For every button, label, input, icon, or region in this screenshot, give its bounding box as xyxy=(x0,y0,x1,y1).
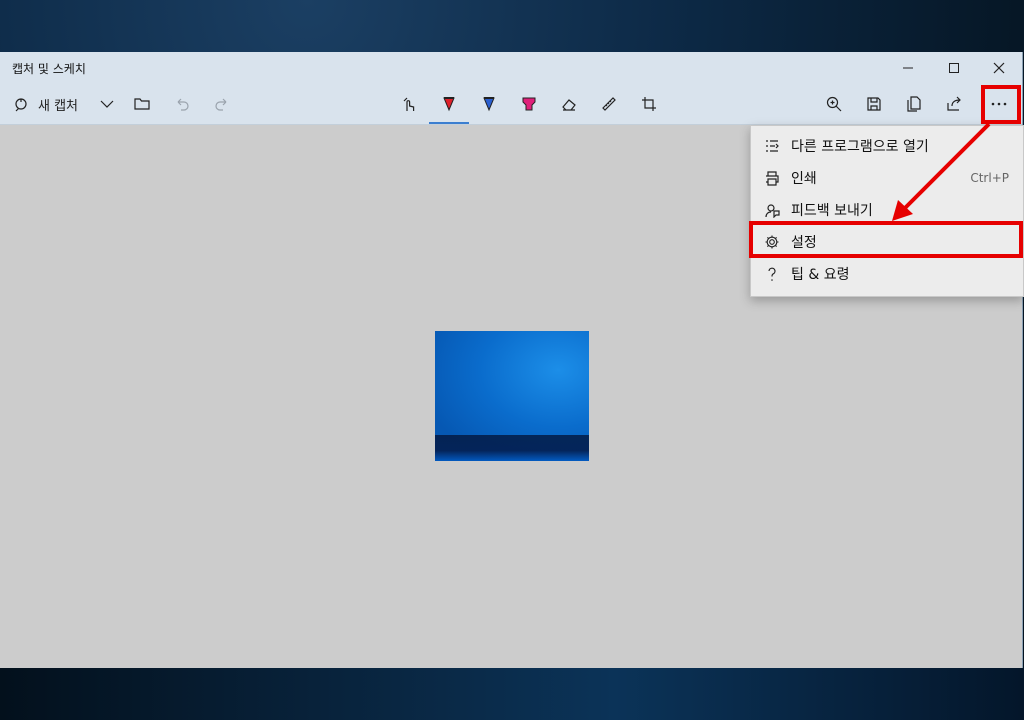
captured-image xyxy=(435,331,589,461)
save-button[interactable] xyxy=(854,84,894,124)
ballpoint-pen-button[interactable] xyxy=(429,84,469,124)
undo-button[interactable] xyxy=(162,84,202,124)
menu-item-label: 인쇄 xyxy=(791,171,817,187)
redo-button[interactable] xyxy=(202,84,242,124)
pencil-icon xyxy=(483,97,495,112)
pencil-button[interactable] xyxy=(469,84,509,124)
menu-item-shortcut: Ctrl+P xyxy=(970,171,1009,185)
highlighter-button[interactable] xyxy=(509,84,549,124)
menu-item-open-with[interactable]: 다른 프로그램으로 열기 xyxy=(751,130,1023,162)
menu-item-label: 팁 & 요령 xyxy=(791,267,850,283)
capture-mode-dropdown[interactable] xyxy=(87,84,127,124)
highlight-more-button xyxy=(981,85,1021,124)
menu-item-print[interactable]: 인쇄 Ctrl+P xyxy=(751,162,1023,194)
eraser-icon xyxy=(562,99,576,111)
zoom-icon xyxy=(826,96,842,112)
snip-sketch-window: 캡처 및 스케치 새 캡처 다른 프로그램으로 열기 인쇄 Ctrl+P 피드백… xyxy=(0,52,1024,668)
toolbar: 새 캡처 xyxy=(0,84,1022,125)
new-capture-icon xyxy=(15,98,27,112)
menu-item-label: 피드백 보내기 xyxy=(791,203,873,219)
help-question-icon xyxy=(768,267,776,281)
highlighter-icon xyxy=(522,97,536,111)
open-file-button[interactable] xyxy=(122,84,162,124)
highlight-settings-item xyxy=(749,221,1023,258)
new-capture-label: 새 캡처 xyxy=(38,98,79,114)
open-with-icon xyxy=(766,140,779,152)
zoom-button[interactable] xyxy=(814,84,854,124)
undo-icon xyxy=(177,98,189,111)
touch-writing-icon xyxy=(403,97,415,111)
minimize-button[interactable] xyxy=(885,52,931,84)
share-button[interactable] xyxy=(934,84,974,124)
folder-icon xyxy=(134,98,150,110)
menu-item-label: 다른 프로그램으로 열기 xyxy=(791,139,929,155)
maximize-button[interactable] xyxy=(931,52,977,84)
new-capture-button[interactable]: 새 캡처 xyxy=(6,84,96,124)
close-button[interactable] xyxy=(976,52,1022,84)
ruler-button[interactable] xyxy=(589,84,629,124)
ballpoint-pen-icon xyxy=(443,97,455,112)
title-bar: 캡처 및 스케치 xyxy=(0,52,1022,84)
redo-icon xyxy=(215,98,227,111)
minimize-icon xyxy=(903,67,913,69)
menu-item-tips[interactable]: 팁 & 요령 xyxy=(751,258,1023,290)
desktop-taskbar-area xyxy=(0,668,1024,720)
print-icon xyxy=(766,171,779,186)
ruler-icon xyxy=(602,97,616,111)
save-icon xyxy=(867,97,881,111)
more-options-menu: 다른 프로그램으로 열기 인쇄 Ctrl+P 피드백 보내기 설정 팁 & 요령 xyxy=(750,125,1024,297)
share-icon xyxy=(947,96,961,111)
copy-icon xyxy=(907,96,921,112)
feedback-icon xyxy=(765,204,780,218)
crop-icon xyxy=(642,97,656,111)
chevron-down-icon xyxy=(100,100,114,108)
close-icon xyxy=(993,62,1005,74)
touch-writing-button[interactable] xyxy=(389,84,429,124)
maximize-icon xyxy=(949,63,959,73)
crop-button[interactable] xyxy=(629,84,669,124)
window-title: 캡처 및 스케치 xyxy=(12,62,86,76)
eraser-button[interactable] xyxy=(549,84,589,124)
copy-button[interactable] xyxy=(894,84,934,124)
